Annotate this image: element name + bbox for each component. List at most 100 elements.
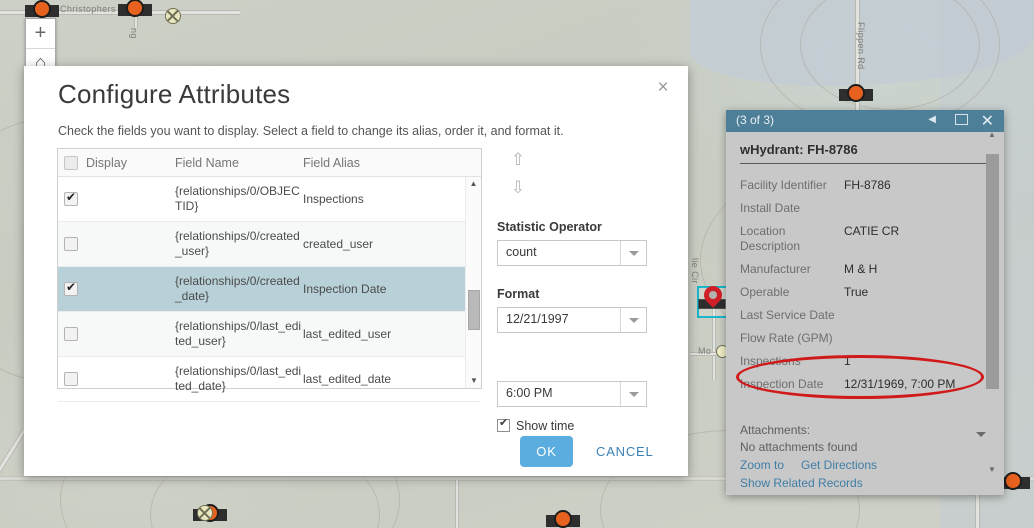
time-select[interactable]: 6:00 PM xyxy=(497,381,647,407)
format-label: Format xyxy=(497,287,540,301)
table-row[interactable]: {relationships/0/created_user} created_u… xyxy=(58,222,481,267)
row-field-name: {relationships/0/OBJECTID} xyxy=(175,184,300,213)
fields-table: Display Field Name Field Alias {relation… xyxy=(57,148,482,402)
attachments-label: Attachments: xyxy=(740,423,811,437)
attribute-value: True xyxy=(844,285,869,299)
table-row[interactable]: {relationships/0/last_edited_date} last_… xyxy=(58,357,481,402)
divider xyxy=(740,163,988,164)
attribute-row: Inspections 1 xyxy=(726,350,1004,373)
map-road-label: Mo xyxy=(698,346,712,356)
maximize-icon[interactable] xyxy=(955,114,968,125)
attachments-section: Attachments: No attachments found xyxy=(740,422,857,456)
attribute-key: Operable xyxy=(740,285,790,299)
table-row-selected[interactable]: {relationships/0/created_date} Inspectio… xyxy=(58,267,481,312)
attribute-key: Install Date xyxy=(740,201,801,215)
page-title: Configure Attributes xyxy=(58,79,291,109)
scroll-down-icon[interactable]: ▼ xyxy=(466,374,482,388)
attribute-key: Facility Identifier xyxy=(740,178,827,192)
dialog-subtitle: Check the fields you want to display. Se… xyxy=(58,124,564,138)
table-row[interactable]: {relationships/0/OBJECTID} Inspections xyxy=(58,177,481,222)
show-time-label: Show time xyxy=(516,419,575,433)
row-field-name: {relationships/0/created_user} xyxy=(175,229,300,258)
statistic-operator-label: Statistic Operator xyxy=(497,220,602,234)
attribute-row: Location Description CATIE CR xyxy=(726,220,1004,258)
header-label-field-name: Field Name xyxy=(175,155,239,170)
chevron-down-icon[interactable] xyxy=(620,382,646,406)
show-time-checkbox[interactable]: Show time xyxy=(497,416,575,433)
row-display-cell[interactable] xyxy=(58,237,175,252)
hydrant-marker[interactable] xyxy=(118,0,152,23)
cancel-button[interactable]: CANCEL xyxy=(596,436,654,467)
attribute-key: Inspections xyxy=(740,354,801,368)
format-select[interactable]: 12/21/1997 xyxy=(497,307,647,333)
popup-scrollbar[interactable]: ▲ ▼ xyxy=(984,130,1000,474)
chevron-down-icon[interactable] xyxy=(976,432,986,437)
statistic-operator-select[interactable]: count xyxy=(497,240,647,266)
previous-feature-icon[interactable]: ◀ xyxy=(928,114,936,125)
map-road-label: ng xyxy=(129,28,139,39)
scrollbar-thumb[interactable] xyxy=(986,154,999,389)
hydrant-marker[interactable] xyxy=(546,508,580,528)
row-field-name: {relationships/0/last_edited_date} xyxy=(175,364,302,393)
row-display-cell[interactable] xyxy=(58,190,175,207)
ok-button[interactable]: OK xyxy=(520,436,573,467)
hydrant-marker[interactable] xyxy=(839,82,873,108)
location-pin-icon xyxy=(700,282,726,312)
row-checkbox[interactable] xyxy=(64,280,78,297)
row-checkbox[interactable] xyxy=(64,327,78,342)
attribute-value: 1 xyxy=(844,354,851,368)
zoom-to-link[interactable]: Zoom to xyxy=(740,458,784,472)
row-field-alias: last_edited_date xyxy=(303,372,392,386)
close-icon[interactable]: ✕ xyxy=(981,111,994,131)
attribute-row: Last Service Date xyxy=(726,304,1004,327)
row-display-cell[interactable] xyxy=(58,372,175,387)
row-field-alias: Inspection Date xyxy=(303,282,387,296)
attribute-row: Operable True xyxy=(726,281,1004,304)
attribute-key: Last Service Date xyxy=(740,308,835,322)
row-display-cell[interactable] xyxy=(58,280,175,297)
header-label-field-alias: Field Alias xyxy=(303,155,360,170)
time-value: 6:00 PM xyxy=(506,386,553,400)
row-checkbox[interactable] xyxy=(64,372,78,387)
get-directions-link[interactable]: Get Directions xyxy=(801,458,877,472)
row-display-cell[interactable] xyxy=(58,327,175,342)
valve-marker[interactable] xyxy=(197,505,213,521)
fields-table-scrollbar[interactable]: ▲ ▼ xyxy=(465,177,481,388)
show-time-box[interactable] xyxy=(497,416,510,432)
select-all-checkbox[interactable] xyxy=(64,155,78,170)
move-up-icon[interactable]: ⇧ xyxy=(508,150,528,170)
fields-table-header: Display Field Name Field Alias xyxy=(58,149,481,177)
attribute-value: 12/31/1969, 7:00 PM xyxy=(844,377,956,391)
chevron-down-icon[interactable] xyxy=(620,308,646,332)
row-field-alias: Inspections xyxy=(303,192,364,206)
map-road xyxy=(0,428,27,515)
statistic-operator-value: count xyxy=(506,245,537,259)
header-label-display: Display xyxy=(86,155,127,170)
move-down-icon[interactable]: ⇩ xyxy=(508,178,528,198)
feature-popup: (3 of 3) ◀ ✕ wHydrant: FH-8786 Facility … xyxy=(726,110,1004,495)
popup-titlebar: (3 of 3) ◀ ✕ xyxy=(726,110,1004,132)
row-checkbox[interactable] xyxy=(64,237,78,252)
attribute-value: CATIE CR xyxy=(844,224,900,238)
attribute-row: Facility Identifier FH-8786 xyxy=(726,174,1004,197)
scroll-down-icon[interactable]: ▼ xyxy=(984,465,1000,474)
row-field-name: {relationships/0/last_edited_user} xyxy=(175,319,302,348)
header-cell-display: Display xyxy=(58,155,175,170)
attribute-value: FH-8786 xyxy=(844,178,891,192)
chevron-down-icon[interactable] xyxy=(620,241,646,265)
scroll-up-icon[interactable]: ▲ xyxy=(984,130,1000,139)
scroll-up-icon[interactable]: ▲ xyxy=(466,177,481,191)
show-related-records-link[interactable]: Show Related Records xyxy=(740,476,863,490)
scrollbar-thumb[interactable] xyxy=(468,290,480,330)
format-value: 12/21/1997 xyxy=(506,312,569,326)
popup-attributes-list: Facility Identifier FH-8786 Install Date … xyxy=(726,174,1004,419)
configure-attributes-dialog: × Configure Attributes Check the fields … xyxy=(24,66,688,476)
table-row[interactable]: {relationships/0/last_edited_user} last_… xyxy=(58,312,481,357)
attribute-row: Manufacturer M & H xyxy=(726,258,1004,281)
row-checkbox[interactable] xyxy=(64,190,78,207)
zoom-in-button[interactable]: + xyxy=(26,19,55,49)
attachments-value: No attachments found xyxy=(740,440,858,454)
close-icon[interactable]: × xyxy=(652,78,674,100)
row-field-alias: last_edited_user xyxy=(303,327,392,341)
map-road-label: lie Cir xyxy=(690,258,700,284)
